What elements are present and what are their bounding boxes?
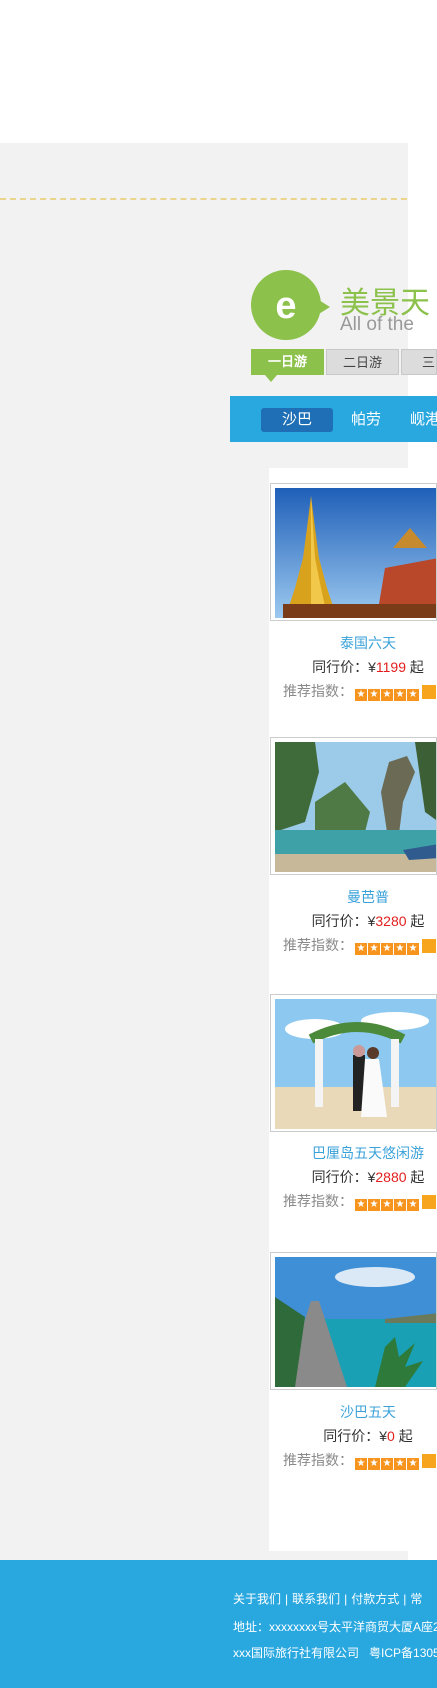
pier-photo: [275, 1257, 436, 1387]
product-title[interactable]: 曼芭普: [269, 887, 437, 907]
nav-item-palau[interactable]: 帕劳: [346, 408, 386, 432]
product-price: 同行价：¥1199 起: [269, 657, 437, 677]
star-icon: ★: [394, 1198, 406, 1211]
product-rating: 推荐指数： ★ ★ ★ ★ ★: [283, 1191, 436, 1211]
product-price: 同行价：¥3280 起: [269, 911, 437, 931]
product-image-bali[interactable]: [270, 994, 437, 1132]
footer-copyright: xxx国际旅行社有限公司 粤ICP备1305: [233, 1644, 437, 1661]
footer-links: 关于我们 | 联系我们 | 付款方式 | 常: [233, 1590, 422, 1607]
star-icon: ★: [394, 688, 406, 701]
gold-divider: [0, 198, 437, 200]
star-icon: ★: [381, 942, 393, 955]
star-icon: ★: [355, 688, 367, 701]
product-rating: 推荐指数： ★ ★ ★ ★ ★: [283, 681, 436, 701]
price-suffix: 起: [410, 913, 425, 929]
price-prefix: 同行价：¥: [312, 659, 376, 675]
star-icon: ★: [368, 1198, 380, 1211]
rating-label: 推荐指数：: [283, 1193, 353, 1209]
product-rating: 推荐指数： ★ ★ ★ ★ ★: [283, 935, 436, 955]
nav-item-danang[interactable]: 岘港: [410, 408, 437, 432]
star-icon: ★: [407, 942, 419, 955]
logo-tail: [314, 297, 330, 317]
footer-link-payment[interactable]: 付款方式: [351, 1592, 399, 1606]
rating-label: 推荐指数：: [283, 683, 353, 699]
product-title[interactable]: 沙巴五天: [269, 1402, 437, 1422]
price-value: 0: [387, 1428, 395, 1444]
bay-photo: [275, 742, 436, 872]
footer-address: 地址：xxxxxxxx号太平洋商贸大厦A座2: [233, 1620, 437, 1634]
rating-stars: ★ ★ ★ ★ ★: [355, 684, 420, 701]
price-value: 3280: [375, 913, 407, 929]
product-rating: 推荐指数： ★ ★ ★ ★ ★: [283, 1450, 436, 1470]
footer-separator: |: [344, 1592, 348, 1606]
tab-one-day[interactable]: 一日游: [251, 349, 324, 382]
star-icon: ★: [381, 1198, 393, 1211]
star-icon: ★: [407, 688, 419, 701]
rating-stars: ★ ★ ★ ★ ★: [355, 938, 420, 955]
star-icon: ★: [368, 1457, 380, 1470]
wedding-photo: [275, 999, 436, 1129]
rating-badge: [422, 1454, 436, 1469]
rating-stars: ★ ★ ★ ★ ★: [355, 1194, 420, 1211]
rating-badge: [422, 1195, 436, 1210]
footer-separator: |: [285, 1592, 289, 1606]
price-value: 2880: [375, 1169, 407, 1185]
nav-item-saba[interactable]: 沙巴: [261, 408, 333, 432]
company-name: xxx国际旅行社有限公司: [233, 1646, 360, 1660]
star-icon: ★: [407, 1457, 419, 1470]
product-image-phangnga[interactable]: [270, 737, 437, 875]
header-blank: [0, 0, 437, 143]
rating-badge: [422, 939, 436, 954]
tab-two-day[interactable]: 二日游: [326, 349, 399, 375]
star-icon: ★: [355, 1198, 367, 1211]
price-suffix: 起: [398, 1428, 413, 1444]
brand-tagline: All of the: [340, 314, 414, 335]
pagoda-photo: [275, 488, 436, 618]
footer-link-contact[interactable]: 联系我们: [292, 1592, 340, 1606]
price-prefix: 同行价：¥: [311, 1169, 376, 1185]
rating-label: 推荐指数：: [283, 1452, 353, 1468]
product-title[interactable]: 泰国六天: [269, 633, 437, 653]
star-icon: ★: [355, 1457, 367, 1470]
rating-stars: ★ ★ ★ ★ ★: [355, 1453, 420, 1470]
product-price: 同行价：¥2880 起: [269, 1167, 437, 1187]
star-icon: ★: [368, 688, 380, 701]
product-image-thailand[interactable]: [270, 483, 437, 621]
price-suffix: 起: [410, 1169, 425, 1185]
star-icon: ★: [355, 942, 367, 955]
rating-label: 推荐指数：: [283, 937, 353, 953]
star-icon: ★: [368, 942, 380, 955]
star-icon: ★: [394, 942, 406, 955]
price-prefix: 同行价：¥: [311, 913, 376, 929]
footer-separator: |: [403, 1592, 407, 1606]
price-value: 1199: [375, 659, 406, 675]
product-price: 同行价：¥0 起: [269, 1426, 437, 1446]
footer-link-about[interactable]: 关于我们: [233, 1592, 281, 1606]
logo-footprint: e: [275, 285, 297, 327]
price-suffix: 起: [409, 659, 424, 675]
icp-number[interactable]: 粤ICP备1305: [369, 1646, 437, 1660]
product-image-sabah[interactable]: [270, 1252, 437, 1390]
footer-link-more[interactable]: 常: [410, 1592, 422, 1606]
star-icon: ★: [381, 688, 393, 701]
rating-badge: [422, 685, 436, 700]
star-icon: ★: [407, 1198, 419, 1211]
tab-three-day[interactable]: 三日: [401, 349, 437, 375]
product-title[interactable]: 巴厘岛五天悠闲游: [269, 1143, 437, 1163]
star-icon: ★: [394, 1457, 406, 1470]
price-prefix: 同行价：¥: [323, 1428, 388, 1444]
star-icon: ★: [381, 1457, 393, 1470]
